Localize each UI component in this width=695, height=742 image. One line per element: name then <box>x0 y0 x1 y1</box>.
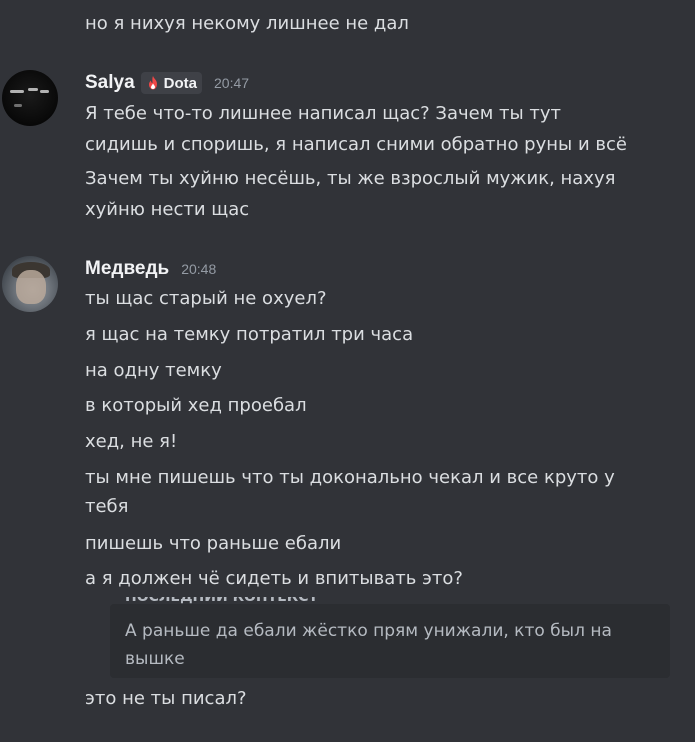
message-header: Salya Dota 20:47 <box>85 70 249 96</box>
message-line: в который хед проебал <box>85 395 307 416</box>
message-line: но я нихуя некому лишнее не дал <box>85 13 409 34</box>
quote-text: А раньше да ебали жёстко прям унижали, к… <box>125 621 612 669</box>
message-line: это не ты писал? <box>85 688 247 709</box>
message-line: Я тебе что-то лишнее написал щас? Зачем … <box>85 103 562 124</box>
guild-tag[interactable]: Dota <box>140 72 202 94</box>
message-line: а я должен чё сидеть и впитывать это? <box>85 568 463 589</box>
message-line: сидишь и споришь, я написал сними обратн… <box>85 134 627 155</box>
username[interactable]: Медведь <box>85 258 169 280</box>
message-line: тебя <box>85 496 129 517</box>
message-line: на одну темку <box>85 360 222 381</box>
chat-log: но я нихуя некому лишнее не дал Salya Do… <box>0 0 695 742</box>
message-line: ты щас старый не охуел? <box>85 288 327 309</box>
message-line: пишешь что раньше ебали <box>85 533 342 554</box>
message-header: Медведь 20:48 <box>85 256 216 282</box>
timestamp[interactable]: 20:47 <box>214 75 249 91</box>
message-line: хед, не я! <box>85 431 178 452</box>
avatar[interactable] <box>2 70 58 126</box>
message-line: я щас на темку потратил три часа <box>85 324 414 345</box>
message-line: Зачем ты хуйню несёшь, ты же взрослый му… <box>85 168 616 189</box>
message-line: ты мне пишешь что ты доконально чекал и … <box>85 467 615 488</box>
guild-tag-label: Dota <box>163 74 197 92</box>
timestamp[interactable]: 20:48 <box>181 261 216 277</box>
message-line: хуйню нести щас <box>85 199 250 220</box>
avatar[interactable] <box>2 256 58 312</box>
username[interactable]: Salya <box>85 72 135 94</box>
flame-icon <box>148 76 157 90</box>
